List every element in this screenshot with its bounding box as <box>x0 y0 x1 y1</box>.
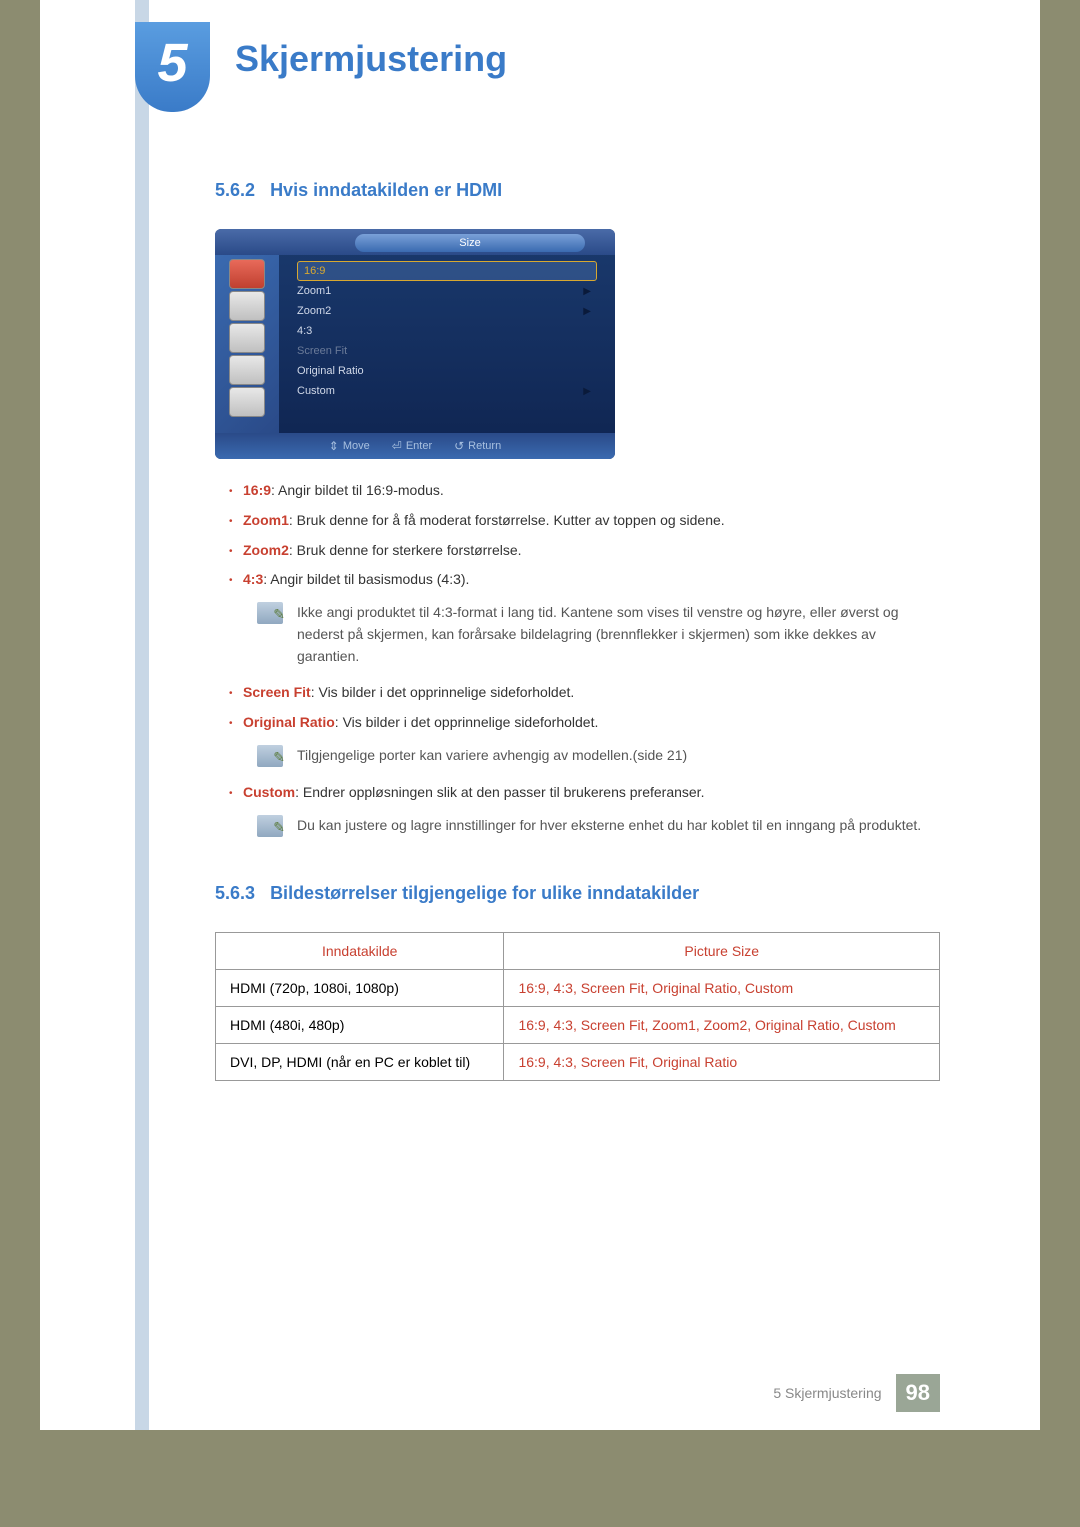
note-4-3: Ikke angi produktet til 4:3-format i lan… <box>257 602 940 667</box>
updown-icon: ⇕ <box>329 439 339 453</box>
note-text: Du kan justere og lagre innstillinger fo… <box>297 815 921 837</box>
bullet-16-9: 16:9: Angir bildet til 16:9-modus. <box>229 479 940 503</box>
header-source: Inndatakilde <box>216 932 504 969</box>
header-picture-size: Picture Size <box>504 932 940 969</box>
chevron-right-icon: ▶ <box>583 286 591 297</box>
chapter-header: 5 Skjermjustering <box>40 0 1040 120</box>
cell-source: HDMI (480i, 480p) <box>216 1006 504 1043</box>
section-563: 5.6.3 Bildestørrelser tilgjengelige for … <box>215 883 940 1081</box>
osd-option-zoom1[interactable]: Zoom1▶ <box>297 281 597 301</box>
osd-footer: ⇕Move ⏎Enter ↺Return <box>215 433 615 459</box>
osd-sidebar-icons <box>215 255 279 433</box>
bullet-original-ratio: Original Ratio: Vis bilder i det opprinn… <box>229 711 940 767</box>
note-icon <box>257 815 283 837</box>
table-row: HDMI (480i, 480p) 16:9, 4:3, Screen Fit,… <box>216 1006 940 1043</box>
footer-page-number: 98 <box>896 1374 940 1412</box>
chapter-number: 5 <box>157 32 187 94</box>
sidebar-stripe <box>135 0 149 1430</box>
bullet-4-3: 4:3: Angir bildet til basismodus (4:3). … <box>229 568 940 667</box>
return-icon: ↺ <box>454 439 464 453</box>
system-icon <box>229 387 265 417</box>
osd-menu: Size 16:9 Zoom1▶ Zoom2▶ 4:3 Screen Fit O… <box>215 229 615 459</box>
osd-option-screen-fit[interactable]: Screen Fit <box>297 341 597 361</box>
section-number: 5.6.2 <box>215 180 255 200</box>
bullet-screen-fit: Screen Fit: Vis bilder i det opprinnelig… <box>229 681 940 705</box>
chevron-right-icon: ▶ <box>583 386 591 397</box>
note-icon <box>257 745 283 767</box>
footer-label: 5 Skjermjustering <box>773 1385 881 1401</box>
picture-size-table: Inndatakilde Picture Size HDMI (720p, 10… <box>215 932 940 1081</box>
enter-icon: ⏎ <box>392 439 402 453</box>
bullet-zoom2: Zoom2: Bruk denne for sterkere forstørre… <box>229 539 940 563</box>
osd-option-original-ratio[interactable]: Original Ratio <box>297 361 597 381</box>
chapter-badge: 5 <box>135 22 210 112</box>
osd-option-custom[interactable]: Custom▶ <box>297 381 597 401</box>
osd-option-4-3[interactable]: 4:3 <box>297 321 597 341</box>
note-text: Tilgjengelige porter kan variere avhengi… <box>297 745 687 767</box>
chevron-right-icon: ▶ <box>583 306 591 317</box>
picture-icon <box>229 259 265 289</box>
sound-icon <box>229 323 265 353</box>
settings-icon <box>229 355 265 385</box>
content: 5.6.2 Hvis inndatakilden er HDMI Size 16… <box>40 120 1040 1161</box>
osd-option-zoom2[interactable]: Zoom2▶ <box>297 301 597 321</box>
note-original-ratio: Tilgjengelige porter kan variere avhengi… <box>257 745 940 767</box>
bullet-custom: Custom: Endrer oppløsningen slik at den … <box>229 781 940 837</box>
cell-source: DVI, DP, HDMI (når en PC er koblet til) <box>216 1043 504 1080</box>
table-row: DVI, DP, HDMI (når en PC er koblet til) … <box>216 1043 940 1080</box>
note-custom: Du kan justere og lagre innstillinger fo… <box>257 815 940 837</box>
bullet-zoom1: Zoom1: Bruk denne for å få moderat forst… <box>229 509 940 533</box>
cell-sizes: 16:9, 4:3, Screen Fit, Original Ratio, C… <box>504 969 940 1006</box>
chapter-title: Skjermjustering <box>235 38 507 80</box>
note-icon <box>257 602 283 624</box>
osd-footer-move: ⇕Move <box>329 439 370 453</box>
osd-body: 16:9 Zoom1▶ Zoom2▶ 4:3 Screen Fit Origin… <box>215 255 615 433</box>
osd-option-16-9[interactable]: 16:9 <box>297 261 597 281</box>
page: 5 Skjermjustering 5.6.2 Hvis inndatakild… <box>40 0 1040 1430</box>
option-bullets: 16:9: Angir bildet til 16:9-modus. Zoom1… <box>215 479 940 837</box>
section-title: Bildestørrelser tilgjengelige for ulike … <box>270 883 699 903</box>
table-header-row: Inndatakilde Picture Size <box>216 932 940 969</box>
section-number: 5.6.3 <box>215 883 255 903</box>
note-text: Ikke angi produktet til 4:3-format i lan… <box>297 602 940 667</box>
screen-icon <box>229 291 265 321</box>
cell-sizes: 16:9, 4:3, Screen Fit, Zoom1, Zoom2, Ori… <box>504 1006 940 1043</box>
osd-footer-return: ↺Return <box>454 439 501 453</box>
cell-source: HDMI (720p, 1080i, 1080p) <box>216 969 504 1006</box>
osd-title-pill: Size <box>355 234 585 252</box>
section-562-heading: 5.6.2 Hvis inndatakilden er HDMI <box>215 180 940 201</box>
cell-sizes: 16:9, 4:3, Screen Fit, Original Ratio <box>504 1043 940 1080</box>
osd-footer-enter: ⏎Enter <box>392 439 432 453</box>
table-row: HDMI (720p, 1080i, 1080p) 16:9, 4:3, Scr… <box>216 969 940 1006</box>
section-title: Hvis inndatakilden er HDMI <box>270 180 502 200</box>
page-footer: 5 Skjermjustering 98 <box>773 1374 940 1412</box>
section-563-heading: 5.6.3 Bildestørrelser tilgjengelige for … <box>215 883 940 904</box>
osd-options: 16:9 Zoom1▶ Zoom2▶ 4:3 Screen Fit Origin… <box>279 255 615 433</box>
